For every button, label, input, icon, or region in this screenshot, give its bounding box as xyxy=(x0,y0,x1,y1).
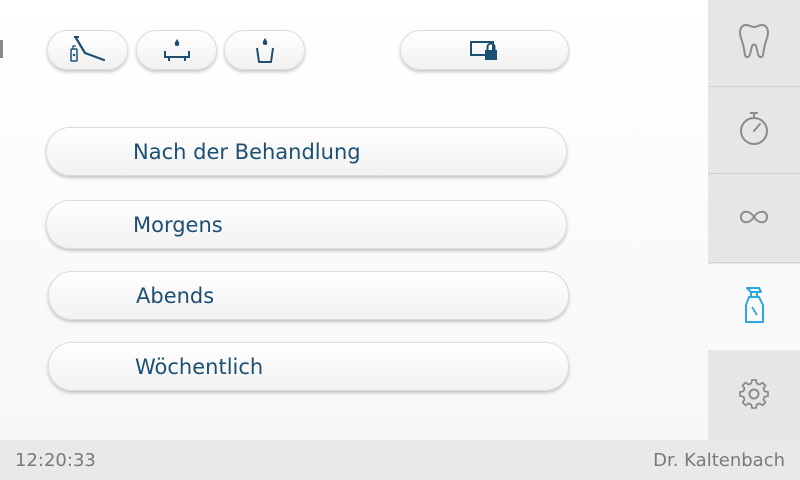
menu-item-label: Wöchentlich xyxy=(135,354,264,379)
sidebar-item-timer[interactable] xyxy=(708,87,800,174)
clock-time: 12:20:33 xyxy=(15,450,96,471)
chair-flush-icon xyxy=(66,35,110,65)
cup-fill-button[interactable] xyxy=(224,30,305,70)
sidebar xyxy=(708,0,800,440)
menu-item-label: Abends xyxy=(136,283,215,308)
chair-flush-button[interactable] xyxy=(47,30,128,70)
sidebar-item-treatment[interactable] xyxy=(708,0,800,87)
menu-item-weekly[interactable]: Wöchentlich xyxy=(48,342,569,391)
sidebar-item-settings[interactable] xyxy=(708,352,800,440)
screen-lock-button[interactable] xyxy=(400,30,569,70)
tooth-icon xyxy=(737,22,771,64)
menu-item-evenings[interactable]: Abends xyxy=(48,271,569,320)
screen-lock-icon xyxy=(468,38,502,62)
menu-item-label: Nach der Behandlung xyxy=(133,139,361,164)
main-panel: Nach der Behandlung Morgens Abends Wöche… xyxy=(0,0,708,440)
menu-item-label: Morgens xyxy=(133,212,223,237)
spray-bottle-icon xyxy=(739,285,769,329)
sidebar-item-cycles[interactable] xyxy=(708,176,800,263)
bowl-rinse-icon xyxy=(155,35,199,65)
cup-fill-icon xyxy=(245,35,285,65)
bowl-rinse-button[interactable] xyxy=(136,30,217,70)
stopwatch-icon xyxy=(737,109,771,151)
sidebar-item-hygiene[interactable] xyxy=(708,264,800,350)
panel-edge-marker xyxy=(0,40,3,58)
menu-item-mornings[interactable]: Morgens xyxy=(46,200,567,249)
status-bar: 12:20:33 Dr. Kaltenbach xyxy=(0,440,800,480)
infinity-icon xyxy=(735,205,773,233)
user-name: Dr. Kaltenbach xyxy=(653,450,785,471)
menu-item-after-treatment[interactable]: Nach der Behandlung xyxy=(46,127,567,176)
gear-icon xyxy=(739,379,769,413)
